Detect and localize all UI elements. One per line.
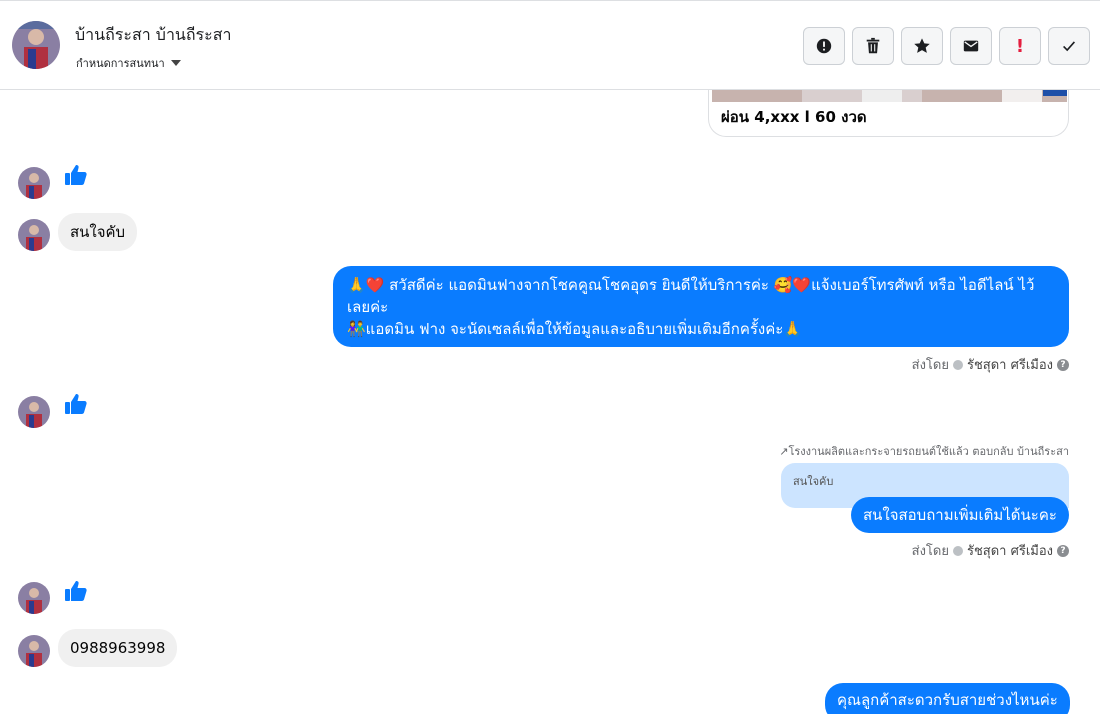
sent-by-label: ส่งโดย — [911, 358, 949, 373]
contact-avatar[interactable] — [12, 21, 60, 69]
report-button[interactable] — [803, 27, 845, 65]
product-card-title: ผ่อน 4,xxx l 60 งวด — [721, 108, 867, 126]
thumbs-up-icon — [65, 165, 87, 185]
contact-avatar-small[interactable] — [18, 167, 50, 199]
sent-by-info: ส่งโดย รัชสุดา ศรีเมือง ? — [912, 354, 1069, 375]
thumbs-up-icon — [65, 581, 87, 601]
done-button[interactable] — [1048, 27, 1090, 65]
envelope-icon — [963, 40, 979, 52]
report-icon — [816, 38, 832, 54]
outgoing-message: คุณลูกค้าสะดวกรับสายช่วงไหนค่ะ — [825, 683, 1070, 714]
sent-by-label: ส่งโดย — [911, 544, 949, 559]
contact-name[interactable]: บ้านถีระสา บ้านถีระสา — [75, 23, 232, 48]
thumbs-up-icon — [65, 394, 87, 414]
mark-unread-button[interactable] — [950, 27, 992, 65]
incoming-message: สนใจคับ — [58, 213, 138, 251]
conversation-header: บ้านถีระสา บ้านถีระสา กำหนดการสนทนา ! — [0, 0, 1100, 90]
sender-name[interactable]: รัชสุดา ศรีเมือง — [967, 540, 1053, 561]
message-line: เลยค่ะ — [347, 298, 389, 316]
contact-avatar-small[interactable] — [18, 219, 50, 251]
help-icon[interactable]: ? — [1057, 358, 1069, 371]
star-icon — [914, 38, 930, 53]
message-line: 🙏❤️ สวัสดีค่ะ แอดมินฟางจากโชคคูณโชคอุดร … — [347, 276, 1035, 294]
incoming-message[interactable]: 0988963998 — [58, 629, 178, 667]
action-toolbar: ! — [803, 27, 1090, 65]
sent-by-info: ส่งโดย รัชสุดา ศรีเมือง ? — [912, 540, 1069, 561]
message-line: 👫แอดมิน ฟาง จะนัดเซลล์เพื่อให้ข้อมูลและอ… — [347, 320, 802, 338]
contact-avatar-small[interactable] — [18, 396, 50, 428]
caret-down-icon — [170, 60, 181, 66]
check-icon — [1063, 41, 1076, 52]
sender-avatar-icon — [952, 359, 963, 370]
contact-avatar-small[interactable] — [18, 582, 50, 614]
sender-avatar-icon — [952, 545, 963, 556]
exclamation-icon: ! — [1015, 35, 1025, 57]
delete-button[interactable] — [852, 27, 894, 65]
trash-icon — [866, 37, 880, 54]
star-button[interactable] — [901, 27, 943, 65]
assign-label: กำหนดการสนทนา — [76, 57, 165, 70]
contact-avatar-small[interactable] — [18, 635, 50, 667]
assign-conversation-dropdown[interactable]: กำหนดการสนทนา — [76, 54, 181, 72]
outgoing-message: 🙏❤️ สวัสดีค่ะ แอดมินฟางจากโชคคูณโชคอุดร … — [333, 266, 1069, 347]
sender-name[interactable]: รัชสุดา ศรีเมือง — [967, 354, 1053, 375]
outgoing-message: สนใจสอบถามเพิ่มเติมได้นะคะ — [851, 497, 1069, 533]
reply-context-label: ↗โรงงานผลิตและกระจายรถยนต์ใช้แล้ว ตอบกลั… — [779, 445, 1069, 458]
help-icon[interactable]: ? — [1057, 544, 1069, 557]
spam-button[interactable]: ! — [999, 27, 1041, 65]
